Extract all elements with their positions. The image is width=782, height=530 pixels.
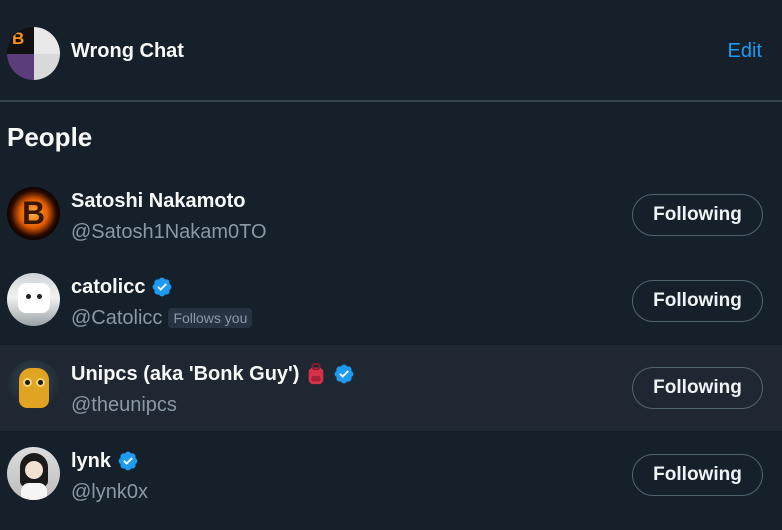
verified-badge-icon [153, 277, 172, 297]
people-section-title: People [7, 122, 93, 152]
person-row-lynk[interactable]: lynk @lynk0x Following [0, 432, 782, 518]
person-row-catolicc[interactable]: catolicc @Catolicc Follows you Following [0, 258, 782, 344]
cat-avatar-tile [33, 27, 60, 54]
avatar[interactable] [7, 273, 60, 326]
person-handle: @Satosh1Nakam0TO [71, 220, 267, 243]
backpack-icon [309, 363, 324, 385]
edit-button[interactable]: Edit [728, 40, 762, 63]
white-avatar-tile [33, 53, 60, 80]
following-button[interactable]: Following [632, 367, 763, 409]
avatar[interactable]: B [7, 187, 60, 240]
person-handle: @Catolicc [71, 306, 163, 329]
following-button[interactable]: Following [632, 194, 763, 236]
person-row-unipcs[interactable]: Unipcs (aka 'Bonk Guy') @theunipcs Follo… [0, 345, 782, 431]
verified-badge-icon [335, 364, 354, 384]
bitcoin-avatar-tile: B [7, 27, 34, 54]
verified-badge-icon [118, 451, 138, 471]
person-name: catolicc [71, 275, 146, 298]
person-name: Unipcs (aka 'Bonk Guy') [71, 362, 300, 385]
following-button[interactable]: Following [632, 454, 763, 496]
avatar[interactable] [7, 447, 60, 500]
group-title: Wrong Chat [71, 40, 184, 62]
purple-avatar-tile [7, 53, 34, 80]
person-handle: @theunipcs [71, 393, 177, 416]
group-avatar[interactable]: B [7, 27, 60, 80]
avatar[interactable] [7, 360, 60, 413]
person-name: lynk [71, 449, 112, 472]
person-name: Satoshi Nakamoto [71, 189, 246, 212]
following-button[interactable]: Following [632, 280, 763, 322]
person-handle: @lynk0x [71, 480, 148, 503]
follows-you-badge: Follows you [168, 308, 253, 328]
person-row-satoshi[interactable]: B Satoshi Nakamoto @Satosh1Nakam0TO Foll… [0, 172, 782, 258]
conversation-header: B Wrong Chat Edit [0, 0, 782, 102]
